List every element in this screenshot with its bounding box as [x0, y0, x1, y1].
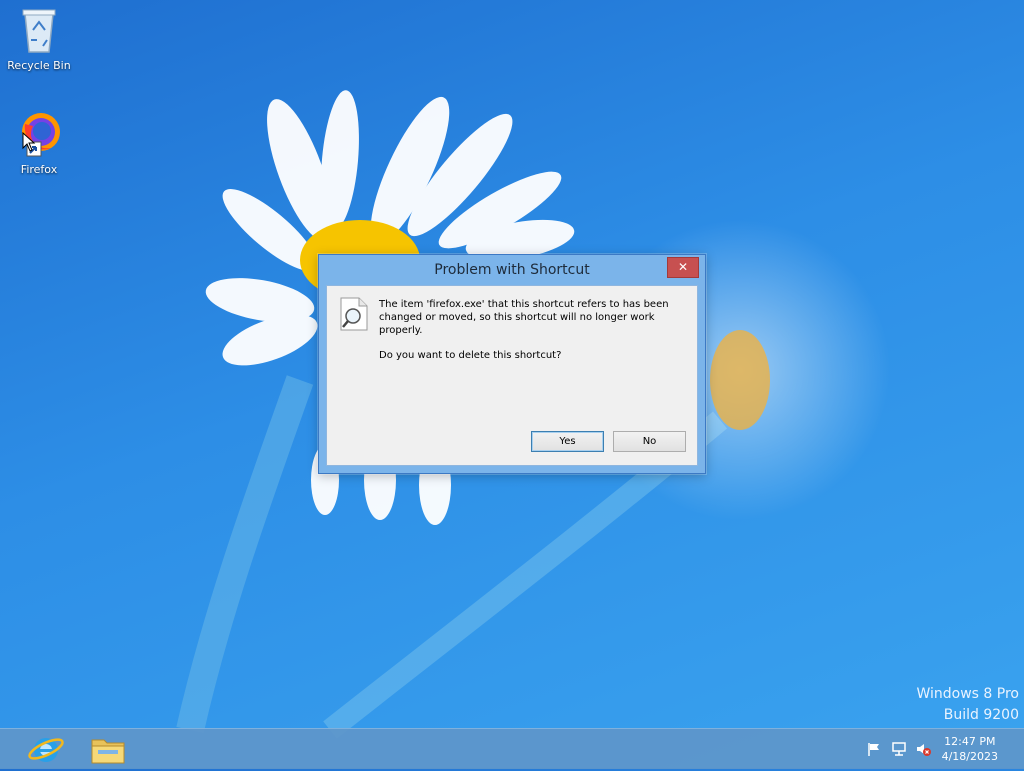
- volume-muted-icon[interactable]: [915, 741, 931, 757]
- clock-time: 12:47 PM: [944, 735, 996, 748]
- windows-build-watermark: Windows 8 Pro Build 9200: [916, 684, 1019, 726]
- problem-with-shortcut-dialog: Problem with Shortcut ✕ The item 'firefo…: [318, 254, 706, 474]
- dialog-body: The item 'firefox.exe' that this shortcu…: [326, 285, 698, 466]
- taskbar-clock[interactable]: 12:47 PM 4/18/2023: [942, 734, 998, 764]
- watermark-build: Build 9200: [943, 707, 1019, 723]
- firefox-shortcut[interactable]: Firefox: [3, 110, 75, 176]
- question-text: Do you want to delete this shortcut?: [379, 350, 562, 361]
- internet-explorer-taskbar-button[interactable]: [22, 731, 70, 767]
- message-text: The item 'firefox.exe' that this shortcu…: [379, 299, 669, 336]
- yes-button[interactable]: Yes: [531, 431, 604, 452]
- file-explorer-taskbar-button[interactable]: [84, 731, 132, 767]
- recycle-bin-icon: [22, 9, 56, 53]
- recycle-bin-shortcut[interactable]: Recycle Bin: [3, 6, 75, 72]
- firefox-label: Firefox: [20, 163, 58, 176]
- internet-explorer-icon: [28, 738, 64, 762]
- network-icon[interactable]: [891, 741, 907, 757]
- recycle-bin-label: Recycle Bin: [7, 59, 71, 72]
- file-explorer-icon: [91, 739, 125, 764]
- watermark-edition: Windows 8 Pro: [916, 686, 1019, 702]
- mouse-cursor-icon: [22, 132, 36, 152]
- taskbar: 12:47 PM 4/18/2023: [0, 728, 1024, 769]
- dialog-message: The item 'firefox.exe' that this shortcu…: [379, 298, 689, 374]
- search-document-icon: [340, 297, 368, 331]
- dialog-title: Problem with Shortcut: [434, 262, 590, 278]
- close-button[interactable]: ✕: [667, 257, 699, 278]
- clock-date: 4/18/2023: [941, 750, 998, 763]
- no-button[interactable]: No: [613, 431, 686, 452]
- action-center-flag-icon[interactable]: [866, 741, 882, 757]
